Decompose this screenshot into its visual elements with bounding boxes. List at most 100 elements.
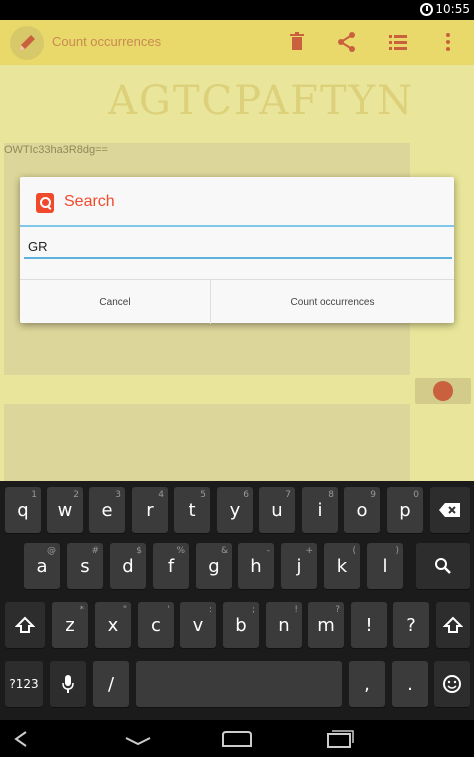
key-comma[interactable]: , xyxy=(349,661,385,707)
space-key[interactable] xyxy=(136,661,342,707)
key-b[interactable]: b; xyxy=(223,602,259,648)
key-p[interactable]: p0 xyxy=(387,487,423,533)
key-x[interactable]: x " xyxy=(95,602,131,648)
emoji-key[interactable] xyxy=(434,661,470,707)
fab-button[interactable] xyxy=(415,378,471,404)
key-v[interactable]: v: xyxy=(180,602,216,648)
key-label: i xyxy=(317,499,323,521)
sequence-id: OWTIc33ha3R8dg== xyxy=(4,144,108,156)
alarm-clock-icon xyxy=(420,3,433,16)
key-hint: * xyxy=(79,605,85,615)
key-a[interactable]: a @ xyxy=(24,543,60,589)
key-label: / xyxy=(107,673,115,695)
key-label: m xyxy=(317,614,335,636)
key-h[interactable]: h- xyxy=(238,543,274,589)
key-j[interactable]: j + xyxy=(281,543,317,589)
key-period[interactable]: . xyxy=(392,661,428,707)
key-c[interactable]: c ' xyxy=(138,602,174,648)
search-dialog: Search Cancel Count occurrences xyxy=(20,177,454,324)
key-label: z xyxy=(65,614,75,636)
search-app-icon xyxy=(36,193,54,213)
key-hint: @ xyxy=(47,546,56,556)
key-hint: 4 xyxy=(158,490,164,500)
key-e[interactable]: e3 xyxy=(89,487,125,533)
backspace-key[interactable] xyxy=(430,487,470,533)
recent-apps-icon xyxy=(327,730,354,748)
key-t[interactable]: t5 xyxy=(174,487,210,533)
key-r[interactable]: r4 xyxy=(132,487,168,533)
key-label: x xyxy=(107,614,119,636)
action-bar: Count occurrences xyxy=(0,20,474,65)
key-w[interactable]: w2 xyxy=(47,487,83,533)
key-m[interactable]: m? xyxy=(308,602,344,648)
key-label: l xyxy=(382,555,388,577)
key-u[interactable]: u7 xyxy=(259,487,295,533)
key-n[interactable]: n! xyxy=(266,602,302,648)
key-f[interactable]: f% xyxy=(153,543,189,589)
list-icon[interactable] xyxy=(386,30,410,54)
voice-input-key[interactable] xyxy=(50,661,86,707)
key-label: o xyxy=(356,499,368,521)
content-panel-lower xyxy=(4,404,410,481)
dialog-button-row: Cancel Count occurrences xyxy=(20,279,454,324)
key-label: g xyxy=(208,555,220,577)
key-label: h xyxy=(250,555,262,577)
key-hint: + xyxy=(305,546,313,556)
key-label: y xyxy=(229,499,241,521)
shift-key[interactable] xyxy=(5,602,45,648)
status-bar: 10:55 xyxy=(0,0,474,20)
key-s[interactable]: s # xyxy=(67,543,103,589)
navigation-bar xyxy=(0,720,474,757)
key-hint: 3 xyxy=(115,490,121,500)
recent-apps-button[interactable] xyxy=(318,726,358,752)
shift-key-right[interactable] xyxy=(436,602,470,648)
key-o[interactable]: o9 xyxy=(344,487,380,533)
key-label: c xyxy=(151,614,161,636)
key-hint: ( xyxy=(352,546,356,556)
key-hint: 9 xyxy=(370,490,376,500)
back-button[interactable] xyxy=(2,726,42,752)
home-button[interactable] xyxy=(217,726,257,752)
microphone-icon xyxy=(62,675,74,693)
key-hint: 8 xyxy=(328,490,334,500)
search-input[interactable] xyxy=(24,235,452,259)
cancel-button[interactable]: Cancel xyxy=(20,280,211,324)
key-label: w xyxy=(57,499,73,521)
trash-icon[interactable] xyxy=(285,30,309,54)
search-key[interactable] xyxy=(416,543,470,589)
key-l[interactable]: l) xyxy=(367,543,403,589)
key-hint: ) xyxy=(395,546,399,556)
key-k[interactable]: k( xyxy=(324,543,360,589)
symbols-key[interactable]: ?123 xyxy=(5,661,43,707)
key-z[interactable]: z * xyxy=(52,602,88,648)
key-q[interactable]: q1 xyxy=(5,487,41,533)
key-label: k xyxy=(336,555,348,577)
key-label: q xyxy=(17,499,29,521)
key-hint: % xyxy=(176,546,185,556)
key-label: n xyxy=(278,614,290,636)
key-hint: $ xyxy=(136,546,142,556)
key-g[interactable]: g & xyxy=(196,543,232,589)
key-d[interactable]: d $ xyxy=(110,543,146,589)
key-label: p xyxy=(399,499,411,521)
key-question[interactable]: ? xyxy=(393,602,429,648)
count-occurrences-button[interactable]: Count occurrences xyxy=(211,280,454,324)
key-exclamation[interactable]: ! xyxy=(351,602,387,648)
overflow-menu-icon[interactable] xyxy=(436,30,460,54)
pencil-icon[interactable] xyxy=(10,26,44,60)
key-i[interactable]: i8 xyxy=(302,487,338,533)
key-hint: " xyxy=(122,605,127,615)
key-label: r xyxy=(146,499,154,521)
sequence-display: AGTCPAFTYN xyxy=(108,78,415,124)
key-y[interactable]: y6 xyxy=(217,487,253,533)
hide-keyboard-button[interactable] xyxy=(118,726,158,752)
share-icon[interactable] xyxy=(335,30,359,54)
key-label: ?123 xyxy=(9,677,39,691)
key-hint: # xyxy=(91,546,99,556)
key-hint: 1 xyxy=(31,490,37,500)
key-hint: & xyxy=(220,546,228,556)
key-label: ! xyxy=(365,614,373,636)
key-label: , xyxy=(364,673,370,695)
key-hint: ; xyxy=(251,605,255,615)
key-slash[interactable]: / xyxy=(93,661,129,707)
